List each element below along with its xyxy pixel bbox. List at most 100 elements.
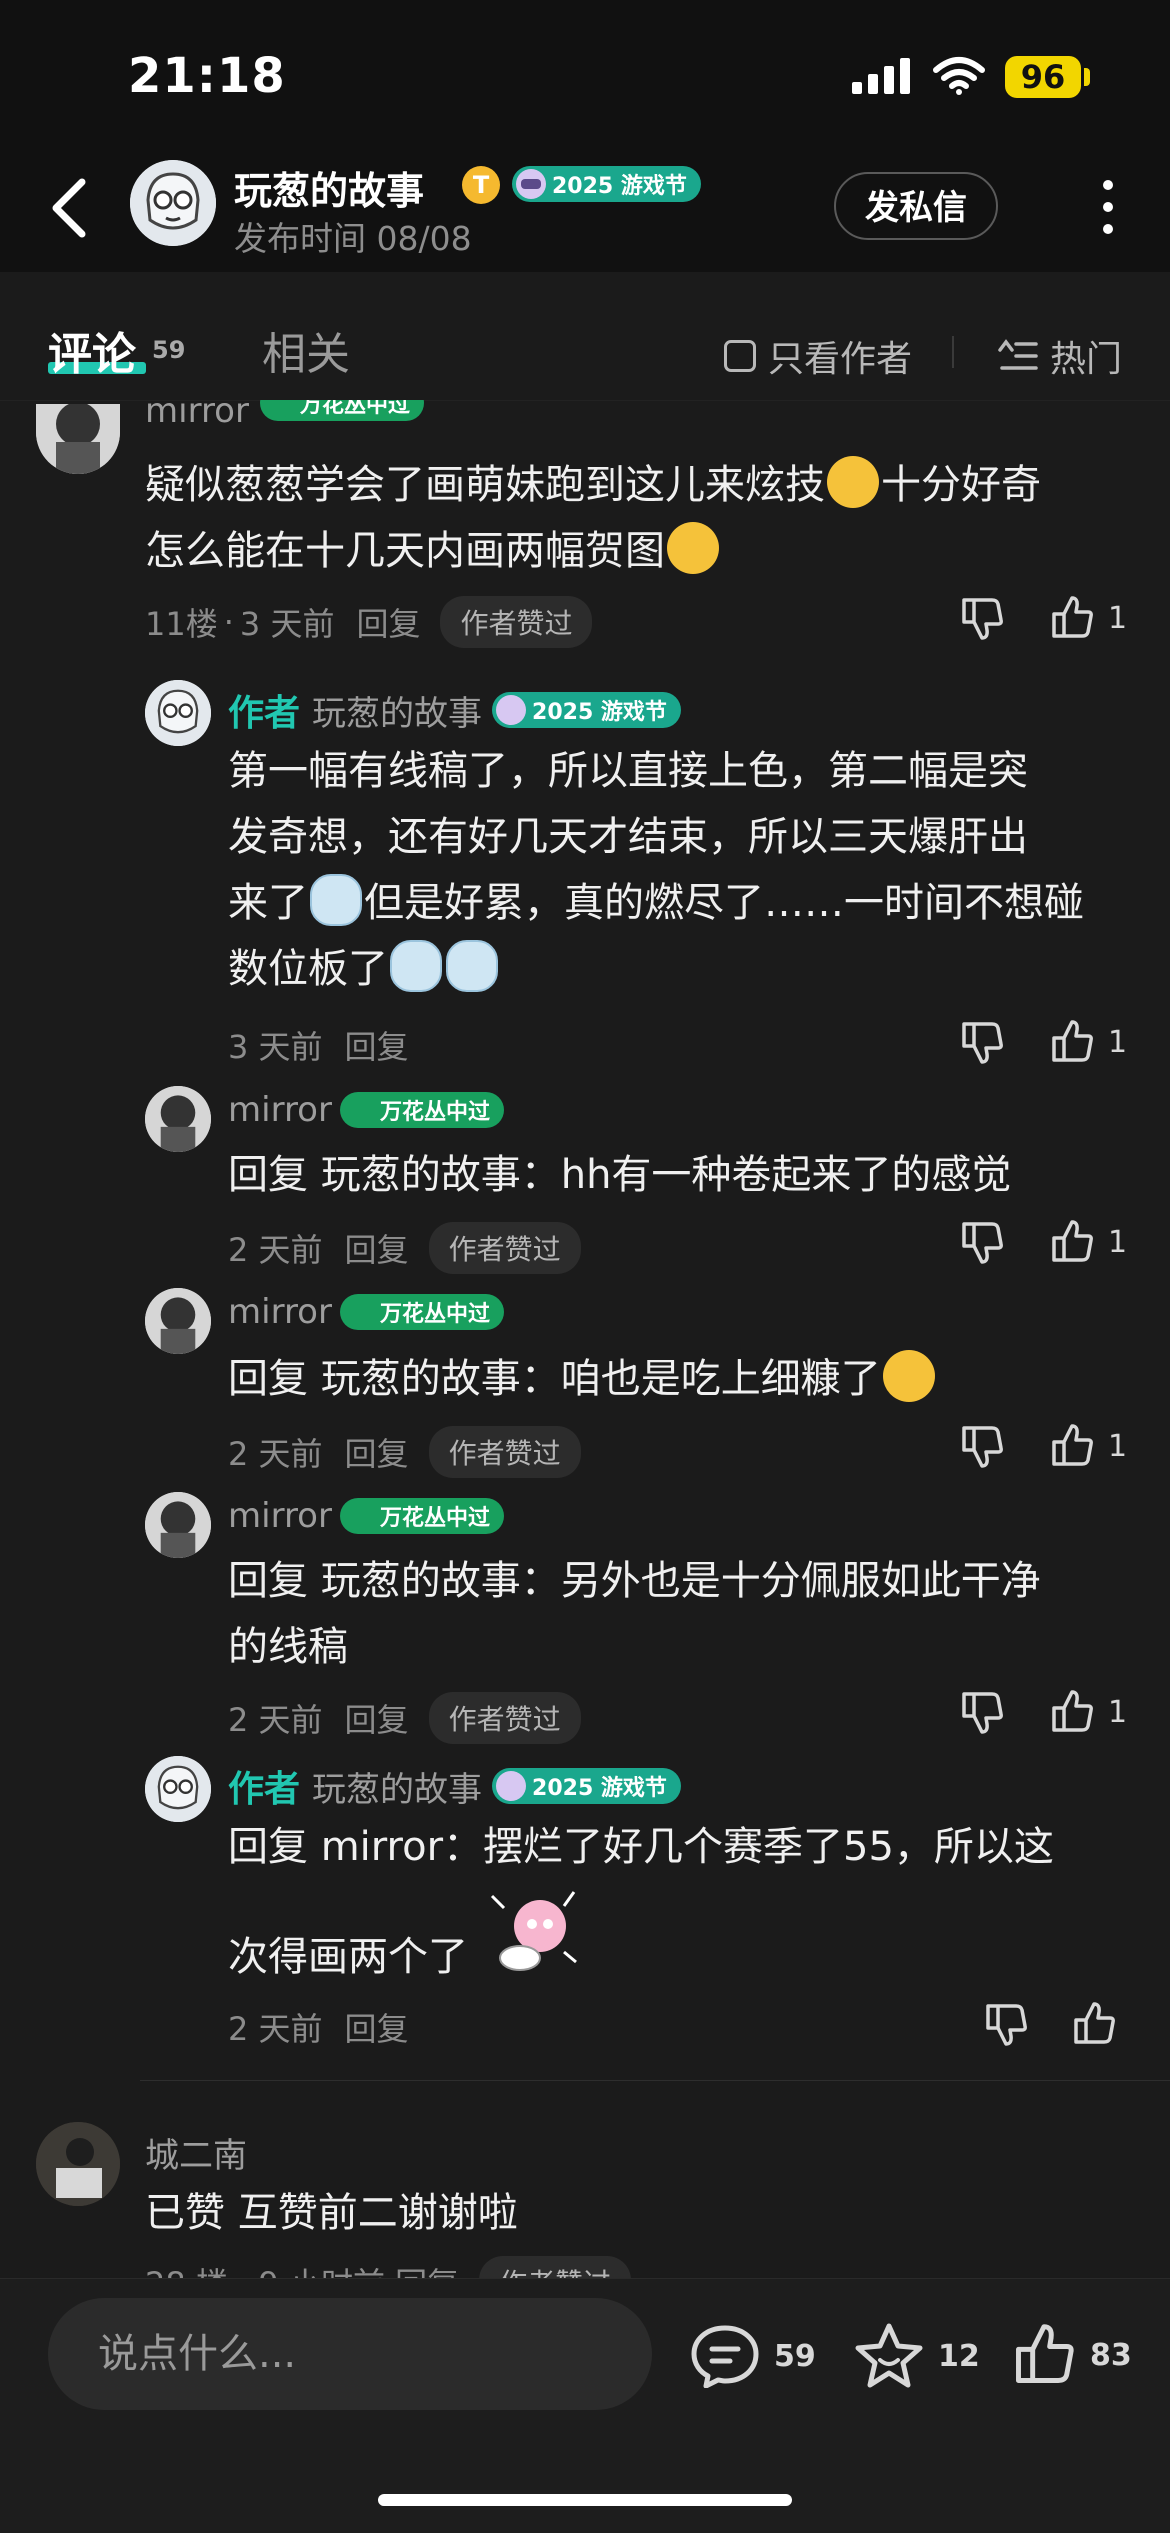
battery-tip	[1084, 68, 1090, 86]
crying-emoji-icon	[390, 940, 442, 992]
thinking-emoji-icon	[827, 456, 879, 508]
favorite-button[interactable]: 12	[854, 2322, 980, 2390]
sticker-image	[484, 1882, 584, 1986]
thumbs-up-icon	[1052, 1424, 1093, 1466]
thumbs-up-icon	[1074, 2002, 1115, 2044]
thumbs-up-icon	[1052, 596, 1093, 638]
author-liked-tag: 作者赞过	[428, 1692, 581, 1744]
user-avatar[interactable]	[36, 2122, 120, 2206]
reply-text: 回复 玩葱的故事：hh有一种卷起来了的感觉	[228, 1152, 1012, 1198]
dislike-button[interactable]	[958, 1018, 1006, 1066]
mirror-avatar[interactable]	[36, 404, 120, 474]
tab-comments[interactable]: 评论	[48, 318, 136, 382]
like-button[interactable]: 1	[1048, 1688, 1127, 1736]
festival-badge: 2025 游戏节	[512, 166, 701, 202]
creator-level-badge: T	[462, 166, 500, 204]
mirror-avatar[interactable]	[145, 1492, 211, 1558]
reply-meta: 2 天前 回复 作者赞过	[228, 1426, 581, 1478]
dislike-button[interactable]	[958, 1688, 1006, 1736]
gamepad-icon	[343, 1095, 374, 1125]
status-time: 21:18	[128, 48, 286, 104]
thumbs-up-icon	[1052, 1220, 1093, 1262]
thumbs-down-icon	[962, 1022, 1003, 1064]
like-button[interactable]: 1	[1048, 1018, 1127, 1066]
author-liked-tag: 作者赞过	[428, 1222, 581, 1274]
comment-text: 已赞 互赞前二谢谢啦	[145, 2190, 518, 2236]
reply-button[interactable]: 回复	[345, 2004, 409, 2050]
thumbs-up-icon	[1052, 1690, 1093, 1732]
gamepad-icon	[264, 400, 294, 418]
festival-badge: 2025 游戏节	[492, 692, 681, 728]
mirror-avatar[interactable]	[145, 1288, 211, 1354]
author-liked-tag: 作者赞过	[428, 1426, 581, 1478]
comment-username[interactable]: mirror	[145, 400, 249, 434]
reply-text: 回复 玩葱的故事：咱也是吃上细糠了	[228, 1346, 937, 1412]
divider	[952, 336, 954, 368]
comment-username[interactable]: 城二南	[145, 2128, 247, 2177]
home-indicator	[378, 2494, 792, 2506]
thumbs-down-icon	[962, 1222, 1003, 1264]
thumbs-down-icon	[986, 2004, 1027, 2046]
reply-header: 作者 玩葱的故事 2025 游戏节	[228, 684, 681, 736]
comments-button[interactable]: 59	[690, 2324, 816, 2388]
reply-text-2: 次得画两个了	[228, 1934, 468, 1980]
more-options-button[interactable]	[1098, 180, 1118, 236]
author-tag: 作者	[228, 1769, 301, 1810]
chevron-left-icon	[52, 178, 86, 238]
reply-header: mirror 万花丛中过	[228, 1090, 504, 1130]
dislike-button[interactable]	[958, 1218, 1006, 1266]
reply-button[interactable]: 回复	[345, 1022, 409, 1068]
author-tag: 作者	[228, 693, 301, 734]
comment-bubble-icon	[691, 2325, 759, 2388]
crying-emoji-icon	[310, 874, 362, 926]
comment-text: 疑似葱葱学会了画萌妹跑到这儿来炫技 十分好奇 怎么能在十几天内画两幅贺图	[145, 452, 1125, 584]
wanhua-badge: 万花丛中过	[339, 1498, 504, 1534]
like-button[interactable]: 1	[1048, 1422, 1127, 1470]
mirror-avatar[interactable]	[145, 1086, 211, 1152]
comment-meta: 11楼 · 3 天前 回复 作者赞过	[145, 596, 593, 648]
back-button[interactable]	[42, 172, 102, 242]
dislike-button[interactable]	[982, 2000, 1030, 2048]
cell-signal-icon	[852, 58, 914, 98]
gamepad-icon	[343, 1297, 374, 1327]
author-only-toggle[interactable]: 只看作者	[724, 330, 912, 382]
reply-text: 第一幅有线稿了，所以直接上色，第二幅是突 发奇想，还有好几天才结束，所以三天爆肝…	[228, 748, 1084, 992]
sort-hot-button[interactable]: 热门	[998, 330, 1122, 382]
comment-divider	[140, 2080, 1170, 2081]
reply-username[interactable]: 玩葱的故事	[312, 686, 482, 735]
send-message-button[interactable]: 发私信	[834, 172, 998, 240]
like-button[interactable]: 1	[1048, 1218, 1127, 1266]
star-icon	[855, 2323, 923, 2388]
thumbs-up-icon	[1016, 2324, 1074, 2383]
wanhua-badge: 万花丛中过	[260, 400, 425, 434]
thumbs-down-icon	[962, 1692, 1003, 1734]
like-post-button[interactable]: 83	[1010, 2320, 1132, 2390]
reply-button[interactable]: 回复	[356, 599, 420, 645]
wifi-icon	[932, 56, 986, 100]
battery-indicator: 96	[1005, 56, 1081, 98]
reply-button[interactable]: 回复	[345, 1429, 409, 1475]
reply-text: 回复 玩葱的故事：另外也是十分佩服如此干净 的线稿	[228, 1558, 1041, 1670]
thumbs-down-icon	[962, 598, 1003, 640]
author-name[interactable]: 玩葱的故事	[234, 160, 424, 215]
like-button[interactable]: 1	[1048, 594, 1127, 642]
festival-badge: 2025 游戏节	[492, 1768, 681, 1804]
author-avatar[interactable]	[130, 160, 216, 246]
tab-related[interactable]: 相关	[262, 318, 350, 382]
reply-username[interactable]: mirror	[228, 1292, 332, 1332]
reply-username[interactable]: mirror	[228, 1496, 332, 1536]
thumbs-up-icon	[1052, 1020, 1093, 1062]
author-avatar-small[interactable]	[145, 680, 211, 746]
dislike-button[interactable]	[958, 1422, 1006, 1470]
dislike-button[interactable]	[958, 594, 1006, 642]
reply-button[interactable]: 回复	[345, 1225, 409, 1271]
reply-button[interactable]: 回复	[345, 1695, 409, 1741]
like-button[interactable]	[1070, 2000, 1118, 2048]
crying-emoji-icon	[446, 940, 498, 992]
reply-header: 作者 玩葱的故事 2025 游戏节	[228, 1760, 681, 1812]
gamepad-icon	[343, 1501, 374, 1531]
comment-input[interactable]: 说点什么...	[48, 2298, 652, 2410]
reply-username[interactable]: mirror	[228, 1090, 332, 1130]
author-avatar-small[interactable]	[145, 1756, 211, 1822]
reply-username[interactable]: 玩葱的故事	[312, 1762, 482, 1811]
